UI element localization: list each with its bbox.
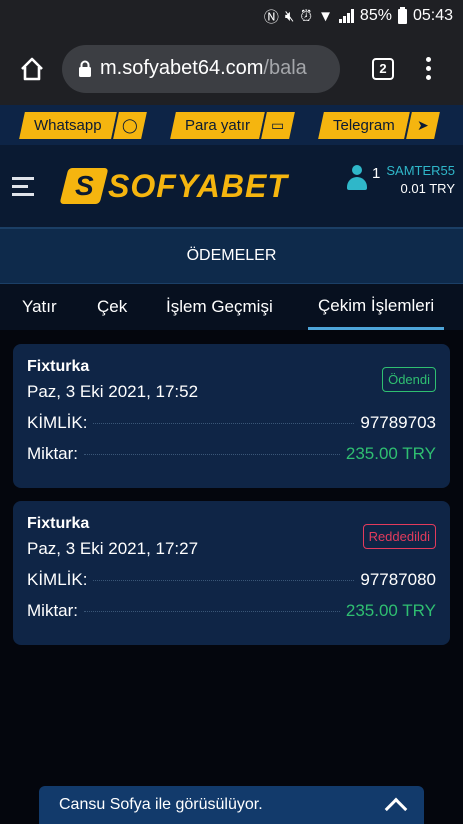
url-text: m.sofyabet64.com/bala — [100, 57, 307, 80]
hamburger-menu-button[interactable] — [12, 176, 34, 196]
top-links-bar: Whatsapp ◯ Para yatır ▭ Telegram ➤ — [0, 105, 463, 145]
browser-menu-button[interactable] — [426, 57, 431, 80]
username: SAMTER55 — [386, 163, 455, 178]
withdrawal-card: Fixturka Paz, 3 Eki 2021, 17:52 Ödendi K… — [13, 344, 450, 488]
wifi-icon: ▼ — [318, 7, 333, 25]
status-badge: Reddedildi — [362, 524, 436, 549]
status-bar: Ⓝ 🔇︎ ⏰︎ ▼ 85% 05:43 — [0, 0, 463, 32]
amount-row: Miktar: 235.00 TRY — [27, 601, 436, 621]
deposit-label: Para yatır — [184, 116, 250, 134]
live-chat-bar[interactable]: Cansu Sofya ile görüsülüyor. — [39, 786, 424, 824]
id-row: KİMLİK: 97787080 — [27, 570, 436, 590]
tab-deposit[interactable]: Yatır — [22, 284, 97, 330]
whatsapp-icon: ◯ — [121, 116, 138, 133]
tab-withdrawal-transactions[interactable]: Çekim İşlemleri — [308, 284, 445, 330]
dotted-leader — [93, 423, 355, 424]
user-icon — [346, 165, 368, 191]
site-header: S SOFYABET 1 SAMTER55 0.01 TRY — [0, 145, 463, 229]
whatsapp-link[interactable]: Whatsapp ◯ — [19, 111, 147, 139]
url-domain: m.sofyabet64.com — [100, 57, 264, 79]
amount-label: Miktar: — [27, 601, 78, 620]
dotted-leader — [84, 611, 340, 612]
url-path: /bala — [263, 57, 307, 79]
chevron-up-icon[interactable] — [384, 797, 408, 821]
page-title: ÖDEMELER — [0, 229, 463, 284]
tab-history[interactable]: İşlem Geçmişi — [166, 284, 318, 330]
transaction-id: 97789703 — [360, 413, 436, 432]
home-button[interactable] — [12, 49, 52, 89]
amount-value: 235.00 TRY — [345, 601, 436, 620]
whatsapp-label: Whatsapp — [34, 116, 102, 134]
telegram-link[interactable]: Telegram ➤ — [318, 111, 440, 139]
site-logo[interactable]: S SOFYABET — [59, 167, 288, 205]
id-row: KİMLİK: 97789703 — [27, 413, 436, 433]
amount-value: 235.00 TRY — [345, 444, 436, 463]
user-count: 1 — [372, 165, 381, 182]
battery-icon — [397, 6, 407, 24]
alarm-icon: ⏰︎ — [300, 7, 313, 25]
id-label: KİMLİK: — [27, 413, 88, 432]
deposit-link[interactable]: Para yatır ▭ — [170, 111, 295, 139]
nfc-icon: Ⓝ — [263, 8, 279, 26]
user-panel[interactable]: 1 SAMTER55 0.01 TRY — [346, 163, 455, 196]
tab-switcher-button[interactable]: 2 — [372, 57, 394, 80]
logo-text: SOFYABET — [108, 167, 288, 204]
clock: 05:43 — [412, 7, 453, 24]
status-badge: Ödendi — [382, 367, 436, 392]
amount-label: Miktar: — [27, 444, 78, 463]
withdrawal-list: Fixturka Paz, 3 Eki 2021, 17:52 Ödendi K… — [0, 330, 463, 645]
dotted-leader — [84, 454, 340, 455]
mute-icon: 🔇︎ — [284, 7, 295, 25]
id-label: KİMLİK: — [27, 570, 88, 589]
home-icon — [21, 57, 43, 80]
chat-status-text: Cansu Sofya ile görüsülüyor. — [59, 796, 263, 813]
balance: 0.01 TRY — [400, 181, 455, 196]
transaction-id: 97787080 — [360, 570, 436, 589]
signal-icon — [338, 9, 354, 23]
wallet-icon: ▭ — [271, 116, 285, 133]
telegram-icon: ➤ — [417, 116, 429, 133]
tab-withdraw[interactable]: Çek — [97, 284, 166, 330]
browser-toolbar: m.sofyabet64.com/bala 2 — [0, 32, 463, 105]
address-bar[interactable]: m.sofyabet64.com/bala — [62, 44, 340, 93]
battery-percent: 85% — [359, 7, 392, 24]
payment-tabs: Yatır Çek İşlem Geçmişi Çekim İşlemleri — [0, 284, 463, 330]
transaction-date: Paz, 3 Eki 2021, 17:27 — [27, 539, 199, 558]
dotted-leader — [93, 580, 355, 581]
logo-badge: S — [59, 168, 109, 204]
withdrawal-card: Fixturka Paz, 3 Eki 2021, 17:27 Reddedil… — [13, 501, 450, 645]
transaction-date: Paz, 3 Eki 2021, 17:52 — [27, 382, 199, 401]
method-name: Fixturka — [27, 358, 90, 375]
lock-icon — [79, 60, 91, 77]
amount-row: Miktar: 235.00 TRY — [27, 444, 436, 464]
method-name: Fixturka — [27, 515, 90, 532]
telegram-label: Telegram — [333, 116, 395, 134]
